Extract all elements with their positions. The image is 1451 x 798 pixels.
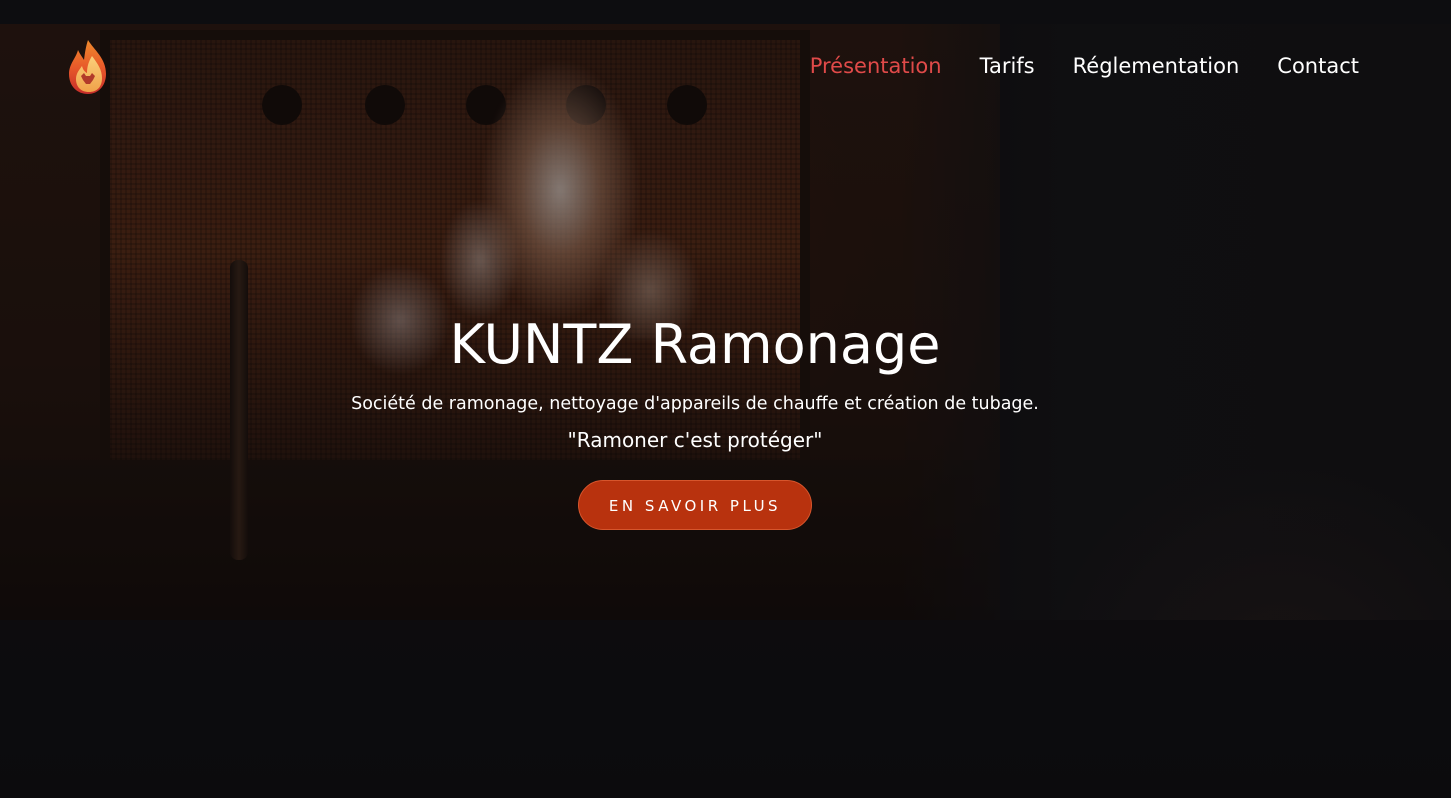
nav-item-presentation[interactable]: Présentation [810, 54, 942, 78]
learn-more-button[interactable]: EN SAVOIR PLUS [578, 480, 812, 530]
hero-subtitle: Société de ramonage, nettoyage d'apparei… [351, 394, 1039, 414]
hero-quote: "Ramoner c'est protéger" [567, 428, 823, 452]
page: Présentation Tarifs Réglementation Conta… [0, 0, 1451, 798]
flame-logo-icon[interactable] [66, 38, 110, 96]
nav-item-contact[interactable]: Contact [1277, 54, 1359, 78]
main-navigation: Présentation Tarifs Réglementation Conta… [810, 54, 1359, 78]
nav-item-tarifs[interactable]: Tarifs [980, 54, 1035, 78]
nav-item-reglementation[interactable]: Réglementation [1073, 54, 1240, 78]
hero-content: KUNTZ Ramonage Société de ramonage, nett… [0, 312, 1390, 530]
hero-title: KUNTZ Ramonage [449, 313, 941, 376]
